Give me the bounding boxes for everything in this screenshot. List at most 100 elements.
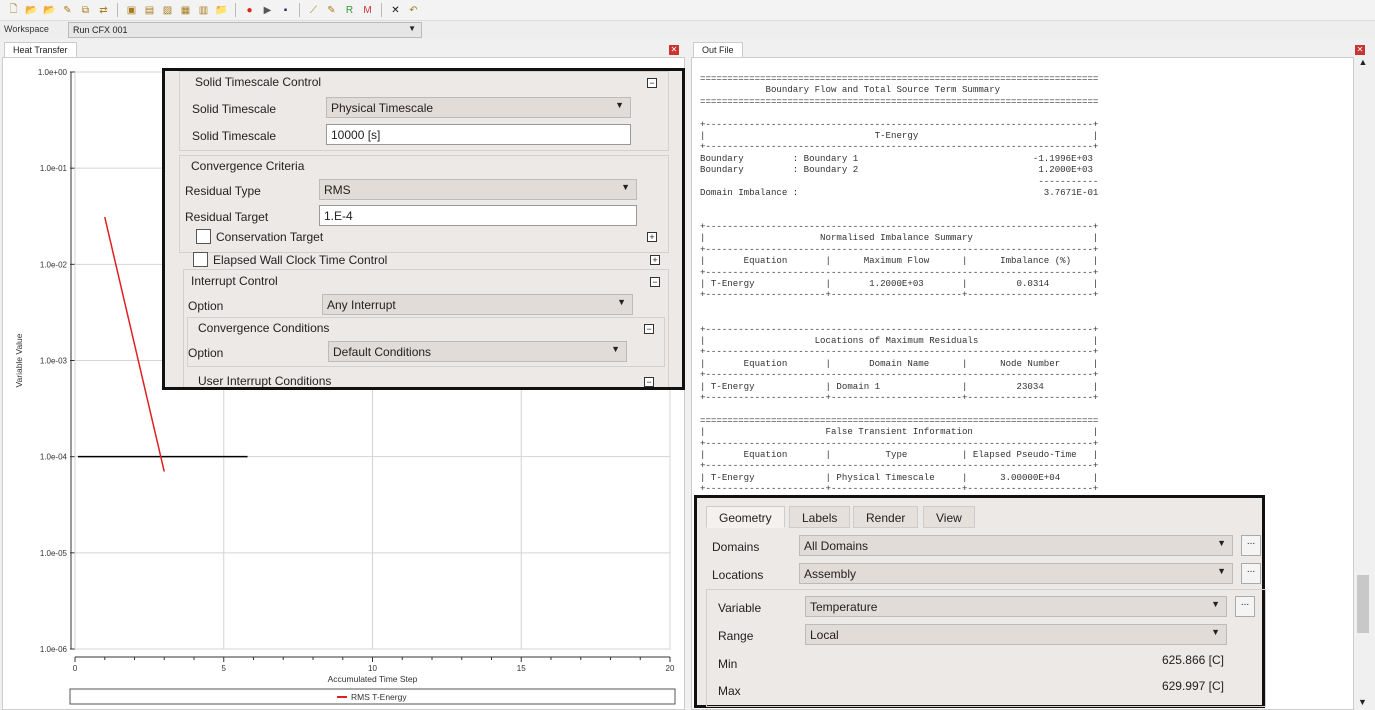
out-file-line: +---------------------------------------… (700, 346, 1099, 358)
scrollbar-thumb[interactable] (1357, 575, 1369, 633)
tab-out-file[interactable]: Out File (693, 42, 743, 58)
locations-value: Assembly (804, 567, 857, 581)
x-tick-label: 0 (73, 664, 78, 673)
range-select[interactable]: Local ▼ (805, 624, 1227, 645)
collapse-icon[interactable]: − (647, 78, 657, 88)
conservation-target-checkbox[interactable] (196, 229, 211, 244)
out-file-line: +---------------------------------------… (700, 243, 1099, 255)
max-value: 629.997 [C] (1161, 679, 1224, 693)
image-icon[interactable]: ▨ (160, 3, 175, 17)
chevron-down-icon: ▼ (615, 100, 624, 110)
close-right-pane-icon[interactable]: ✕ (1355, 45, 1365, 55)
domains-label: Domains (712, 540, 760, 554)
export-icon[interactable]: ▤ (142, 3, 157, 17)
elapsed-wall-clock-checkbox[interactable] (193, 252, 208, 267)
collapse-icon[interactable]: − (644, 377, 654, 387)
out-file-text: ========================================… (700, 73, 1098, 494)
play-icon[interactable]: ▶ (260, 3, 275, 17)
scroll-down-icon[interactable]: ▼ (1358, 697, 1367, 707)
x-tick-label: 10 (368, 664, 377, 673)
layout-icon[interactable]: ▥ (196, 3, 211, 17)
x-tick-label: 20 (666, 664, 675, 673)
out-file-line: +---------------------------------------… (700, 141, 1099, 153)
domains-select[interactable]: All Domains ▼ (799, 535, 1233, 556)
residual-type-select[interactable]: RMS ▼ (319, 179, 637, 200)
convergence-option-select[interactable]: Default Conditions ▼ (328, 341, 627, 362)
scroll-up-icon[interactable]: ▲ (1355, 57, 1371, 67)
chevron-down-icon: ▼ (611, 344, 620, 354)
out-file-line: Boundary : Boundary 1 -1.1996E+03 (700, 152, 1093, 164)
collapse-icon[interactable]: − (650, 277, 660, 287)
out-file-line: +----------------------+----------------… (700, 391, 1099, 403)
stop-icon[interactable]: ● (242, 3, 257, 17)
close-left-pane-icon[interactable]: ✕ (669, 45, 679, 55)
new-icon[interactable]: 🗋 (6, 3, 21, 17)
y-axis-label: Variable Value (14, 333, 24, 387)
chart-edit-icon[interactable]: ⟋ (306, 3, 321, 17)
variable-select[interactable]: Temperature ▼ (805, 596, 1227, 617)
collapse-icon[interactable]: − (644, 324, 654, 334)
out-file-line: | T-Energy | 1.2000E+03 | 0.0314 | (700, 278, 1099, 290)
tab-labels[interactable]: Labels (789, 506, 851, 528)
disk-icon[interactable]: ▪ (278, 3, 293, 17)
workspace-select[interactable]: Run CFX 001 ▼ (68, 22, 422, 38)
option-label: Option (188, 299, 224, 313)
expand-icon[interactable]: + (650, 255, 660, 265)
open-icon[interactable]: 📂 (24, 3, 39, 17)
chevron-down-icon: ▼ (1217, 538, 1226, 548)
solid-timescale-select[interactable]: Physical Timescale ▼ (326, 97, 631, 118)
expand-icon[interactable]: + (647, 232, 657, 242)
out-file-line (700, 198, 1098, 209)
tab-render[interactable]: Render (853, 506, 919, 528)
convergence-conditions-heading: Convergence Conditions (198, 321, 330, 335)
tab-heat-transfer[interactable]: Heat Transfer (4, 42, 77, 58)
chevron-down-icon: ▼ (1217, 566, 1226, 576)
x-axis-label: Accumulated Time Step (328, 674, 418, 684)
out-file-line: +---------------------------------------… (700, 437, 1099, 449)
folder-icon[interactable]: 📁 (214, 3, 229, 17)
toolbar: 🗋 📂 📂 ✎ ⧉ ⇄ ▣ ▤ ▨ ▦ ▥ 📁 ● ▶ ▪ ⟋ ✎ R M ✕ ↶ (0, 0, 1375, 21)
solid-timescale-input[interactable]: 10000 [s] (326, 124, 631, 145)
tab-view[interactable]: View (923, 506, 975, 528)
edit-icon[interactable]: ✎ (60, 3, 75, 17)
max-icon[interactable]: M (360, 3, 375, 17)
out-file-line: | T-Energy | Domain 1 | 23034 | (700, 380, 1099, 392)
domains-ellipsis-button[interactable]: ... (1241, 535, 1261, 556)
undo-icon[interactable]: ↶ (406, 3, 421, 17)
out-file-line: +---------------------------------------… (700, 369, 1099, 381)
open-run-icon[interactable]: 📂 (42, 3, 57, 17)
solid-timescale-control-heading: Solid Timescale Control (195, 75, 322, 89)
out-file-line (700, 312, 1098, 323)
locations-select[interactable]: Assembly ▼ (799, 563, 1233, 584)
chevron-down-icon: ▼ (1211, 627, 1220, 637)
y-tick-label: 1.0e-04 (40, 453, 68, 462)
legend-label: RMS T-Energy (351, 692, 407, 702)
out-file-line: | Normalised Imbalance Summary | (700, 232, 1099, 244)
edit-run-icon[interactable]: ✎ (324, 3, 339, 17)
close-icon[interactable]: ✕ (388, 3, 403, 17)
copy-icon[interactable]: ⧉ (78, 3, 93, 17)
out-file-line (700, 210, 1098, 221)
out-file-line: | T-Energy | (700, 129, 1099, 141)
chevron-down-icon: ▼ (408, 24, 416, 33)
out-file-line: Boundary Flow and Total Source Term Summ… (700, 84, 1001, 96)
interrupt-option-value: Any Interrupt (327, 298, 396, 312)
solid-timescale-value-label: Solid Timescale (192, 129, 277, 143)
residual-target-input[interactable]: 1.E-4 (319, 205, 637, 226)
y-tick-label: 1.0e-03 (40, 357, 68, 366)
rms-icon[interactable]: R (342, 3, 357, 17)
tab-geometry[interactable]: Geometry (706, 506, 785, 528)
x-tick-label: 5 (222, 664, 227, 673)
transfer-icon[interactable]: ⇄ (96, 3, 111, 17)
out-file-line: +---------------------------------------… (700, 266, 1099, 278)
y-tick-label: 1.0e+00 (38, 68, 68, 77)
save-icon[interactable]: ▦ (178, 3, 193, 17)
interrupt-option-select[interactable]: Any Interrupt ▼ (322, 294, 633, 315)
locations-label: Locations (712, 568, 764, 582)
min-label: Min (718, 657, 738, 671)
elapsed-wall-clock-label: Elapsed Wall Clock Time Control (213, 253, 388, 267)
variable-ellipsis-button[interactable]: ... (1235, 596, 1255, 617)
monitor-icon[interactable]: ▣ (124, 3, 139, 17)
convergence-option-value: Default Conditions (333, 345, 432, 359)
locations-ellipsis-button[interactable]: ... (1241, 563, 1261, 584)
